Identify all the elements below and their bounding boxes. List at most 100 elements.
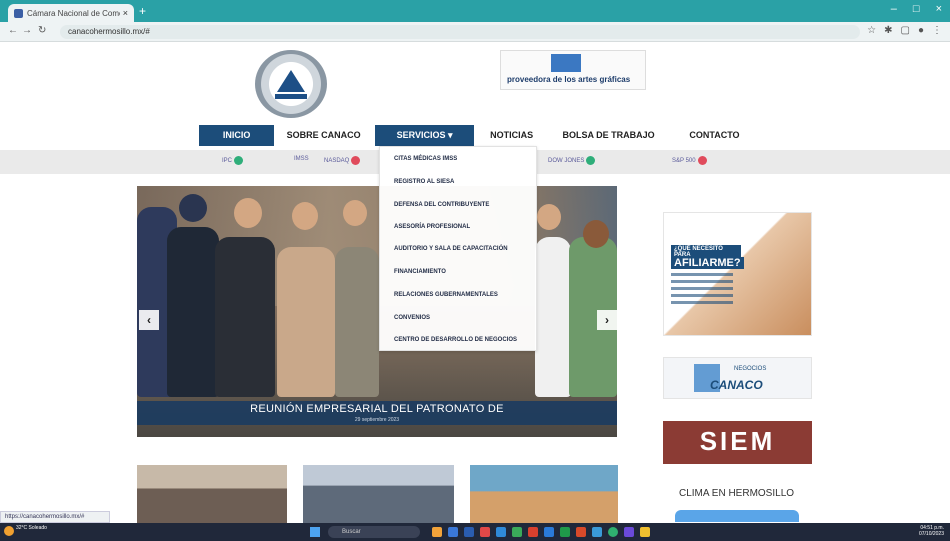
negocios-label: NEGOCIOS bbox=[734, 366, 767, 372]
app-icon[interactable] bbox=[640, 527, 650, 537]
menu-item-relaciones[interactable]: RELACIONES GUBERNAMENTALES bbox=[394, 292, 498, 298]
bullet-line bbox=[671, 301, 733, 304]
photo-head bbox=[179, 194, 207, 222]
clima-heading: CLIMA EN HERMOSILLO bbox=[679, 488, 795, 499]
app-icon[interactable] bbox=[512, 527, 522, 537]
down-arrow-icon bbox=[351, 156, 361, 165]
file-explorer-icon[interactable] bbox=[432, 527, 442, 537]
weather-text: 32°C Soleado bbox=[16, 525, 47, 531]
menu-item-citas-medicas[interactable]: CITAS MÉDICAS IMSS bbox=[394, 156, 457, 162]
canaco-logo-bar bbox=[275, 94, 307, 99]
tab-bar: Cámara Nacional de Comercio... × + – □ × bbox=[0, 0, 950, 22]
edge-icon[interactable] bbox=[496, 527, 506, 537]
app-icon[interactable] bbox=[592, 527, 602, 537]
slider-prev-button[interactable]: ‹ bbox=[139, 310, 159, 330]
menu-item-convenios[interactable]: CONVENIOS bbox=[394, 315, 430, 321]
tab-title: Cámara Nacional de Comercio... bbox=[27, 8, 120, 18]
app-icon[interactable] bbox=[448, 527, 458, 537]
menu-item-auditorio[interactable]: AUDITORIO Y SALA DE CAPACITACIÓN bbox=[394, 246, 508, 252]
bullet-line bbox=[671, 294, 733, 297]
url-field[interactable]: canacohermosillo.mx/# bbox=[60, 25, 860, 39]
bullet-line bbox=[671, 273, 733, 276]
news-thumbnail[interactable] bbox=[137, 465, 287, 523]
menu-icon[interactable]: ⋮ bbox=[932, 25, 942, 36]
extensions-icon[interactable]: ✱ bbox=[884, 25, 892, 36]
photo-person bbox=[167, 227, 219, 397]
star-icon[interactable]: ☆ bbox=[867, 25, 876, 36]
photo-head bbox=[234, 198, 262, 228]
nav-contacto[interactable]: CONTACTO bbox=[670, 125, 759, 146]
nav-sobre-canaco[interactable]: SOBRE CANACO bbox=[274, 125, 373, 146]
gg-logo-mark bbox=[551, 54, 581, 72]
toolbar-icons: ☆ ✱ ▢ ● ⋮ bbox=[867, 25, 942, 36]
up-arrow-icon bbox=[234, 156, 244, 165]
weather-widget[interactable] bbox=[675, 510, 799, 522]
link-status-bar: https://canacohermosillo.mx/# bbox=[0, 511, 110, 523]
ticker-dow: DOW JONES bbox=[548, 156, 597, 165]
canaco-logo[interactable] bbox=[255, 50, 327, 118]
afiliarme-banner[interactable]: ¿QUÉ NECESITO PARA AFILIARME? bbox=[663, 212, 812, 336]
app-icon[interactable] bbox=[464, 527, 474, 537]
browser-tab[interactable]: Cámara Nacional de Comercio... × bbox=[8, 4, 134, 22]
close-tab-icon[interactable]: × bbox=[123, 8, 128, 18]
negocios-title: CANACO bbox=[710, 378, 763, 392]
menu-item-defensa-contribuyente[interactable]: DEFENSA DEL CONTRIBUYENTE bbox=[394, 202, 489, 208]
bullet-line bbox=[671, 287, 733, 290]
ticker-label: IPC bbox=[222, 157, 233, 164]
nav-servicios[interactable]: SERVICIOS ▾ bbox=[375, 125, 475, 146]
slide-caption[interactable]: REUNIÓN EMPRESARIAL DEL PATRONATO DE 29 … bbox=[137, 401, 617, 425]
photo-person bbox=[335, 247, 379, 397]
nav-bolsa-de-trabajo[interactable]: BOLSA DE TRABAJO bbox=[549, 125, 668, 146]
slider-next-button[interactable]: › bbox=[597, 310, 617, 330]
forward-icon[interactable]: → bbox=[22, 25, 32, 36]
news-thumbnail[interactable] bbox=[470, 465, 618, 523]
browser-window: Cámara Nacional de Comercio... × + – □ ×… bbox=[0, 0, 950, 541]
hero-slider[interactable]: ‹ › REUNIÓN EMPRESARIAL DEL PATRONATO DE… bbox=[137, 186, 617, 437]
start-icon[interactable] bbox=[310, 527, 320, 537]
canaco-logo-triangle bbox=[277, 70, 305, 92]
menu-item-registro-siesa[interactable]: REGISTRO AL SIESA bbox=[394, 179, 454, 185]
profile-icon[interactable]: ● bbox=[918, 25, 924, 36]
ticker-imss: IMSS bbox=[294, 156, 309, 162]
app-icon[interactable] bbox=[528, 527, 538, 537]
taskbar-search[interactable]: Buscar bbox=[328, 526, 420, 538]
menu-item-centro-negocios[interactable]: CENTRO DE DESARROLLO DE NEGOCIOS bbox=[394, 337, 517, 343]
app-icon[interactable] bbox=[624, 527, 634, 537]
powerpoint-icon[interactable] bbox=[576, 527, 586, 537]
nav-noticias[interactable]: NOTICIAS bbox=[476, 125, 547, 146]
menu-item-asesoria[interactable]: ASESORÍA PROFESIONAL bbox=[394, 224, 470, 230]
new-tab-button[interactable]: + bbox=[139, 4, 146, 18]
slide-caption-date: 29 septiembre 2023 bbox=[354, 417, 400, 423]
sun-icon bbox=[4, 526, 14, 536]
close-window-button[interactable]: × bbox=[936, 3, 942, 15]
excel-icon[interactable] bbox=[560, 527, 570, 537]
slide-caption-title: REUNIÓN EMPRESARIAL DEL PATRONATO DE bbox=[250, 403, 504, 415]
reload-icon[interactable]: ↻ bbox=[38, 25, 46, 36]
news-thumbnail[interactable] bbox=[303, 465, 454, 523]
outlook-icon[interactable] bbox=[544, 527, 554, 537]
photo-head bbox=[292, 202, 318, 230]
gg-sponsor-logo[interactable]: proveedora de los artes gráficas bbox=[500, 50, 646, 90]
ticker-label: S&P 500 bbox=[672, 157, 696, 164]
photo-head bbox=[537, 204, 561, 230]
afiliarme-title: AFILIARME? bbox=[671, 257, 744, 269]
siem-title: SIEM bbox=[699, 426, 776, 456]
down-arrow-icon bbox=[697, 156, 707, 165]
photo-person bbox=[277, 247, 335, 397]
maximize-button[interactable]: □ bbox=[913, 3, 920, 15]
ticker-label: DOW JONES bbox=[548, 157, 585, 164]
weather-widget-taskbar[interactable]: 32°C Soleado bbox=[4, 525, 47, 536]
chrome-icon[interactable] bbox=[608, 527, 618, 537]
menu-item-financiamiento[interactable]: FINANCIAMIENTO bbox=[394, 269, 446, 275]
app-icon[interactable] bbox=[480, 527, 490, 537]
back-icon[interactable]: ← bbox=[8, 25, 18, 36]
system-tray-clock[interactable]: 04:51 p.m. 07/10/2023 bbox=[919, 525, 944, 537]
sidepanel-icon[interactable]: ▢ bbox=[901, 25, 910, 36]
afiliarme-bullets bbox=[671, 273, 733, 308]
siem-banner[interactable]: SIEM bbox=[663, 421, 812, 464]
negocios-canaco-banner[interactable]: NEGOCIOS CANACO bbox=[663, 357, 812, 399]
nav-inicio[interactable]: INICIO bbox=[199, 125, 275, 146]
ticker-ipc: IPC bbox=[222, 156, 245, 165]
os-taskbar: 32°C Soleado Buscar 04:51 p.m. 07/10/202… bbox=[0, 523, 950, 541]
minimize-button[interactable]: – bbox=[891, 3, 897, 15]
